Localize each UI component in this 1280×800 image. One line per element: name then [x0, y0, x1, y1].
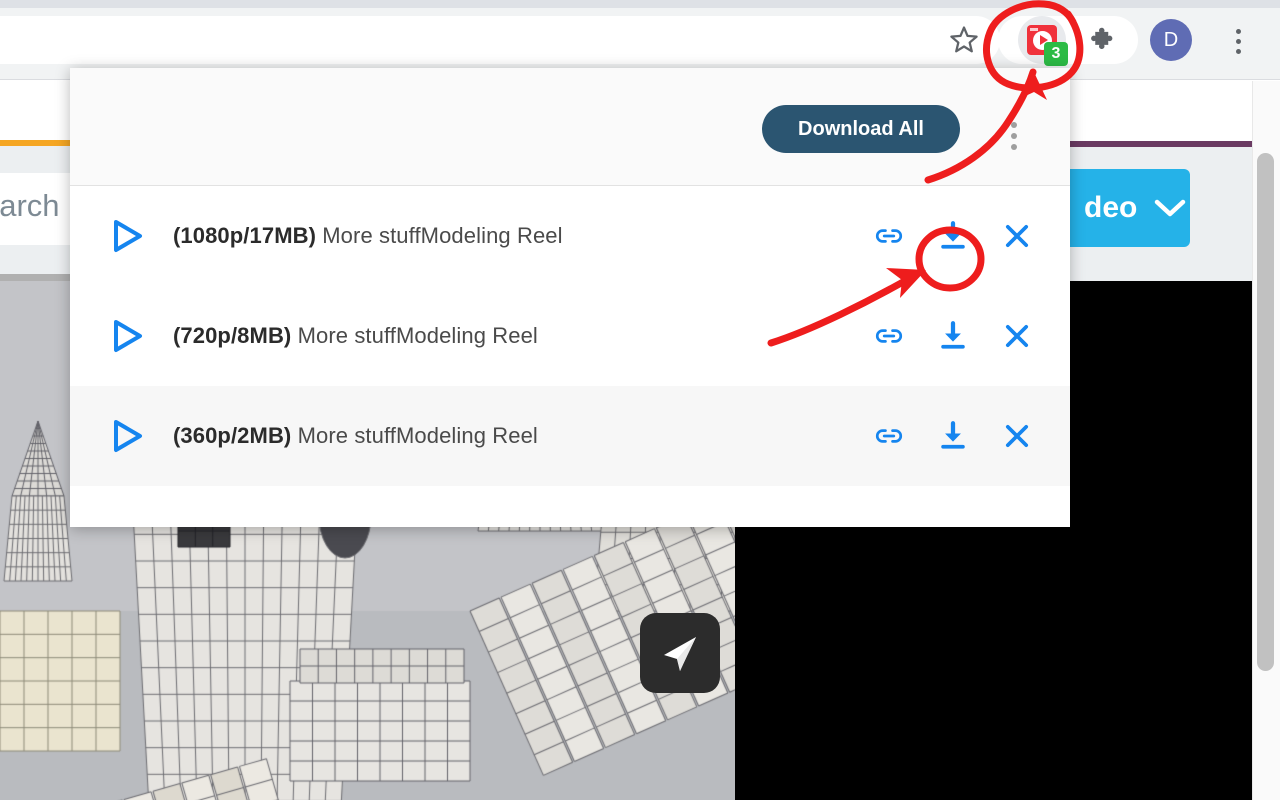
row-actions [872, 219, 1034, 253]
play-triangle-icon[interactable] [106, 316, 148, 356]
row-actions [872, 319, 1034, 353]
video-title: More stuffModeling Reel [297, 423, 538, 448]
video-dropdown-button[interactable]: deo [1062, 169, 1190, 247]
play-triangle-icon[interactable] [106, 216, 148, 256]
screen: earch deo [0, 0, 1280, 800]
link-icon[interactable] [872, 419, 906, 453]
video-list-item[interactable]: (720p/8MB) More stuffModeling Reel [70, 286, 1070, 386]
scrollbar-thumb[interactable] [1257, 153, 1274, 671]
video-list-item[interactable]: (360p/2MB) More stuffModeling Reel [70, 386, 1070, 486]
video-title: More stuffModeling Reel [297, 323, 538, 348]
video-quality: (720p/8MB) [173, 323, 292, 348]
popup-options-menu-icon[interactable] [1004, 116, 1024, 156]
video-label: (360p/2MB) More stuffModeling Reel [173, 423, 538, 449]
video-label: (1080p/17MB) More stuffModeling Reel [173, 223, 563, 249]
close-x-icon[interactable] [1000, 419, 1034, 453]
tab-strip-edge [0, 0, 1280, 8]
download-icon[interactable] [936, 219, 970, 253]
link-icon[interactable] [872, 219, 906, 253]
close-x-icon[interactable] [1000, 219, 1034, 253]
video-list-item[interactable]: (1080p/17MB) More stuffModeling Reel [70, 186, 1070, 286]
video-label: (720p/8MB) More stuffModeling Reel [173, 323, 538, 349]
puzzle-piece-icon[interactable] [1086, 22, 1122, 58]
close-x-icon[interactable] [1000, 319, 1034, 353]
video-quality: (360p/2MB) [173, 423, 292, 448]
video-list: (1080p/17MB) More stuffModeling Reel (720… [70, 186, 1070, 486]
download-icon[interactable] [936, 419, 970, 453]
download-all-button[interactable]: Download All [762, 105, 960, 153]
avatar[interactable]: D [1150, 19, 1192, 61]
link-icon[interactable] [872, 319, 906, 353]
send-paper-plane-icon[interactable] [640, 613, 720, 693]
chevron-down-icon [1153, 197, 1187, 219]
popup-header: Download All [70, 68, 1070, 186]
video-button-label: deo [1084, 191, 1138, 224]
extension-badge-count: 3 [1044, 42, 1068, 66]
page-purple-accent-bar [1070, 141, 1252, 147]
three-dot-menu-icon[interactable] [1224, 22, 1252, 60]
play-triangle-icon[interactable] [106, 416, 148, 456]
download-icon[interactable] [936, 319, 970, 353]
video-quality: (1080p/17MB) [173, 223, 317, 248]
star-icon[interactable] [946, 22, 982, 58]
row-actions [872, 419, 1034, 453]
video-downloader-popup: Download All (1080p/17MB) More stuffMode… [70, 68, 1070, 527]
omnibox[interactable] [0, 16, 1000, 64]
video-title: More stuffModeling Reel [322, 223, 563, 248]
search-placeholder-text: earch [0, 188, 60, 223]
